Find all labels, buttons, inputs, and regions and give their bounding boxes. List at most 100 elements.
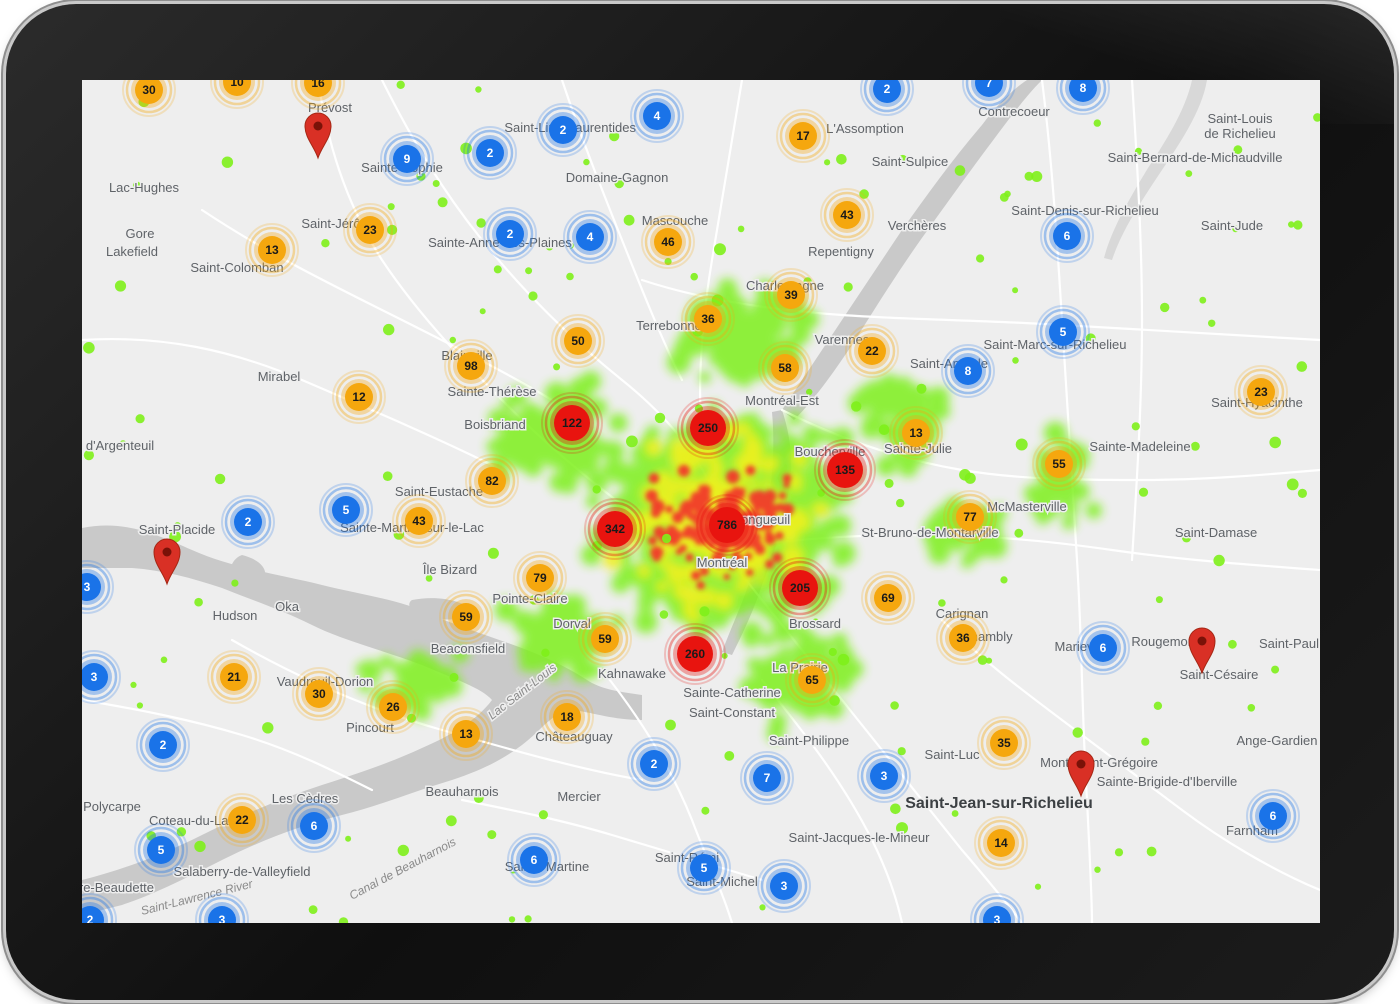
cluster-marker-red[interactable]: 342 — [584, 498, 646, 560]
cluster-marker-orange[interactable]: 50 — [551, 314, 605, 368]
cluster-marker-blue[interactable]: 3 — [970, 893, 1024, 923]
cluster-marker-orange[interactable]: 21 — [207, 650, 261, 704]
cluster-count: 122 — [562, 416, 582, 430]
place-label: Saint-Damase — [1175, 525, 1257, 540]
cluster-count: 5 — [1060, 325, 1067, 339]
cluster-count: 39 — [784, 288, 798, 302]
cluster-count: 6 — [1100, 641, 1107, 655]
cluster-count: 30 — [142, 83, 156, 97]
cluster-count: 35 — [997, 736, 1011, 750]
place-label: Mont-Saint-Grégoire — [1040, 755, 1158, 770]
cluster-count: 77 — [963, 510, 977, 524]
cluster-marker-blue[interactable]: 3 — [82, 560, 114, 614]
map-pin-icon[interactable] — [304, 112, 332, 160]
cluster-marker-red[interactable]: 135 — [814, 439, 876, 501]
cluster-count: 17 — [796, 129, 810, 143]
cluster-count: 16 — [311, 80, 325, 90]
cluster-marker-blue[interactable]: 2 — [483, 207, 537, 261]
place-label: Saint-Placide — [139, 522, 216, 537]
place-label: Kahnawake — [598, 666, 666, 681]
cluster-marker-orange[interactable]: 43 — [820, 188, 874, 242]
cluster-count: 2 — [487, 146, 494, 160]
place-label: Sainte-Brigide-d'Iberville — [1097, 774, 1238, 789]
place-label: Domaine-Gagnon — [566, 170, 669, 185]
place-label: Saint-Bernard-de-Michaudville — [1108, 150, 1283, 165]
cluster-count: 4 — [654, 109, 661, 123]
cluster-count: 205 — [790, 581, 810, 595]
pin-body — [1067, 750, 1095, 798]
cluster-marker-blue[interactable]: 2 — [860, 80, 914, 116]
place-label: Saint-Césaire — [1180, 667, 1259, 682]
map-pin-icon[interactable] — [1067, 750, 1095, 798]
cluster-marker-red[interactable]: 205 — [769, 557, 831, 619]
map-canvas[interactable]: Lac Saint-LouisCanal de BeauharnoisSaint… — [82, 80, 1320, 923]
cluster-marker-orange[interactable]: 69 — [861, 571, 915, 625]
cluster-count: 30 — [312, 687, 326, 701]
cluster-marker-blue[interactable]: 8 — [1056, 80, 1110, 115]
place-label: Montréal-Est — [745, 393, 819, 408]
place-label: Lac-Hughes — [109, 180, 180, 195]
cluster-count: 23 — [363, 223, 377, 237]
pin-dot — [162, 547, 172, 557]
cluster-marker-orange[interactable]: 30 — [122, 80, 176, 117]
place-label: Polycarpe — [83, 799, 141, 814]
cluster-marker-orange[interactable]: 17 — [776, 109, 830, 163]
cluster-count: 58 — [778, 361, 792, 375]
cluster-count: 2 — [87, 913, 94, 923]
map-view[interactable]: Lac Saint-Louis Canal de Beauharnois Saint… — [82, 80, 1320, 923]
place-label: Montréal — [697, 555, 748, 570]
cluster-marker-orange[interactable]: 23 — [1234, 365, 1288, 419]
place-label: Mirabel — [258, 369, 301, 384]
cluster-count: 6 — [1270, 809, 1277, 823]
cluster-marker-blue[interactable]: 3 — [757, 859, 811, 913]
place-label: Lakefield — [106, 244, 158, 259]
cluster-marker-orange[interactable]: 22 — [845, 324, 899, 378]
cluster-count: 22 — [865, 344, 879, 358]
cluster-marker-blue[interactable]: 2 — [136, 718, 190, 772]
cluster-count: 26 — [386, 700, 400, 714]
cluster-marker-blue[interactable]: 8 — [941, 344, 995, 398]
cluster-marker-blue[interactable]: 7 — [740, 751, 794, 805]
water-label: Canal de Beauharnois — [347, 835, 458, 903]
cluster-count: 7 — [764, 771, 771, 785]
cluster-count: 5 — [158, 843, 165, 857]
cluster-count: 3 — [781, 879, 788, 893]
cluster-count: 2 — [245, 515, 252, 529]
cluster-marker-blue[interactable]: 2 — [221, 495, 275, 549]
cluster-count: 2 — [560, 123, 567, 137]
place-label: Saint-Sulpice — [872, 154, 949, 169]
place-label: Saint-Jacques-le-Mineur — [789, 830, 931, 845]
major-place-label: Saint-Jean-sur-Richelieu — [905, 795, 1093, 812]
cluster-marker-red[interactable]: 250 — [677, 397, 739, 459]
cluster-marker-blue[interactable]: 3 — [82, 650, 121, 704]
cluster-marker-red[interactable]: 786 — [696, 494, 758, 556]
cluster-count: 43 — [412, 514, 426, 528]
cluster-marker-orange[interactable]: 14 — [974, 816, 1028, 870]
place-label: Gore — [126, 226, 155, 241]
cluster-count: 43 — [840, 208, 854, 222]
cluster-count: 6 — [531, 853, 538, 867]
cluster-count: 5 — [701, 861, 708, 875]
cluster-marker-red[interactable]: 122 — [541, 392, 603, 454]
cluster-count: 6 — [1064, 229, 1071, 243]
cluster-marker-blue[interactable]: 4 — [630, 89, 684, 143]
cluster-marker-blue[interactable]: 2 — [463, 126, 517, 180]
cluster-marker-orange[interactable]: 35 — [977, 716, 1031, 770]
place-label: Repentigny — [808, 244, 874, 259]
cluster-count: 4 — [587, 230, 594, 244]
cluster-marker-orange[interactable]: 10 — [210, 80, 264, 109]
pin-body — [153, 538, 181, 586]
cluster-marker-red[interactable]: 260 — [664, 623, 726, 685]
place-label: Boisbriand — [464, 417, 525, 432]
cluster-count: 50 — [571, 334, 585, 348]
place-label: Hudson — [213, 608, 258, 623]
cluster-count: 79 — [533, 571, 547, 585]
map-pin-icon[interactable] — [153, 538, 181, 586]
cluster-count: 3 — [994, 913, 1001, 923]
cluster-count: 55 — [1052, 457, 1066, 471]
place-label: Coteau-du-Lac — [149, 813, 235, 828]
cluster-count: 59 — [459, 610, 473, 624]
place-label: Île Bizard — [422, 562, 477, 577]
cluster-count: 7 — [986, 80, 993, 90]
cluster-count: 21 — [227, 670, 241, 684]
